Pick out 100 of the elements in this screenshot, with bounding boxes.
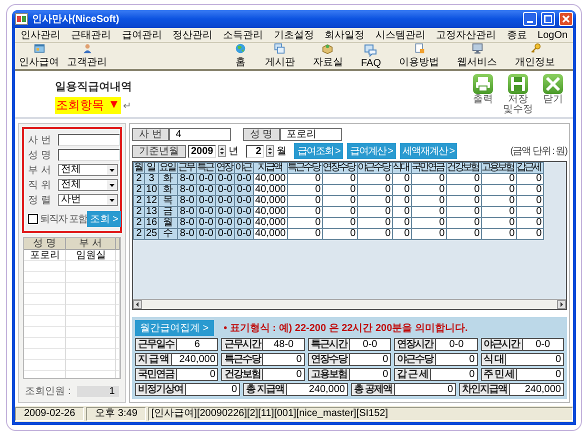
field-label: 건강보험	[221, 368, 264, 381]
value-field: 0	[177, 368, 218, 381]
column-header: 야근수당	[357, 162, 392, 174]
action-button[interactable]: 닫기	[537, 74, 569, 117]
column-header: 월	[134, 162, 144, 174]
table-cell[interactable]: 포로리	[24, 250, 66, 261]
app-icon	[15, 13, 28, 25]
toolbar-button[interactable]: 자료실	[308, 43, 347, 69]
floppy-icon	[508, 74, 528, 94]
checkbox-label: 퇴직자 포함	[40, 213, 87, 226]
field-label: 식 대	[480, 353, 506, 366]
toolbar-button[interactable]: 홈	[230, 43, 251, 69]
toolbar-button[interactable]: 고객관리	[63, 43, 111, 69]
value-field: 0-0	[522, 338, 564, 351]
column-header: 지급액	[254, 162, 288, 174]
close-button[interactable]	[559, 12, 573, 26]
column-header: 연장수당	[322, 162, 358, 174]
field-label: 부 서	[28, 164, 52, 177]
value-field: 0	[436, 353, 478, 366]
column-header: 일	[144, 162, 159, 174]
action-button[interactable]: 출력	[467, 74, 499, 117]
menu-item[interactable]: 근태관리	[69, 28, 114, 42]
column-header: 특근	[196, 162, 216, 174]
return-mark: ↵	[122, 100, 131, 112]
menu-item[interactable]: 인사관리	[18, 28, 62, 42]
menu-item[interactable]: LogOn	[536, 30, 570, 40]
value-field: 0	[350, 353, 392, 366]
box-icon	[321, 43, 334, 54]
close-icon	[543, 74, 563, 94]
menu-item[interactable]: 기초설정	[272, 28, 316, 42]
minimize-icon	[527, 21, 533, 23]
value-field: 0	[430, 368, 478, 381]
scrollbar[interactable]	[133, 299, 566, 309]
value-field: 0	[263, 353, 305, 366]
checkbox[interactable]	[28, 214, 38, 224]
window-icon	[32, 43, 46, 54]
field-label: 주 민 세	[480, 368, 518, 381]
field-label: 국민연금	[135, 368, 177, 381]
menu-item[interactable]: 종료	[504, 28, 529, 42]
maximize-button[interactable]	[541, 12, 555, 26]
table-cell: 2	[134, 174, 144, 184]
count-value: 1	[76, 386, 119, 396]
menu-item[interactable]: 고정자산관리	[434, 28, 498, 42]
spin-button[interactable]	[266, 145, 274, 157]
toolbar-button[interactable]: 인사급여	[15, 43, 63, 69]
dropdown[interactable]: 사번	[58, 194, 118, 206]
menu-item[interactable]: 회사일정	[322, 28, 367, 42]
status-text: [인사급여][20090226][2][11][001][nice_master][SI152]	[148, 407, 573, 421]
field-label: 사 번	[28, 134, 52, 147]
status-text: 2009-02-26	[15, 407, 84, 421]
spin-button[interactable]	[218, 145, 226, 157]
caret-icon	[107, 180, 117, 190]
toolbar-button[interactable]: 이용방법	[395, 43, 443, 69]
year-field[interactable]: 2009	[188, 144, 216, 158]
column-header: 국민연금	[411, 162, 446, 174]
column-header: 요일	[158, 162, 178, 174]
field-label: 갑 근 세	[394, 368, 431, 381]
field-label: 비정기상여	[135, 383, 186, 396]
value-field: 48-0	[263, 338, 305, 351]
field-label: 근무시간	[221, 338, 264, 351]
menu-item[interactable]: 소득관리	[221, 28, 266, 42]
dropdown[interactable]: 전체	[58, 164, 118, 176]
value-field: 240,000	[286, 383, 348, 396]
minimize-button[interactable]	[523, 12, 537, 26]
field-label: 직 위	[28, 179, 52, 192]
value-field: 0	[517, 368, 564, 381]
value-field: 0-0	[350, 338, 392, 351]
table-cell: 2	[134, 184, 144, 196]
table-cell: 2	[134, 228, 144, 240]
table-cell[interactable]: 임원실	[66, 250, 116, 261]
action-button[interactable]: 저장 및수정	[502, 74, 534, 117]
input-field[interactable]	[58, 149, 120, 161]
input-field[interactable]	[58, 134, 120, 146]
dropdown[interactable]: 전체	[58, 179, 118, 191]
column-header: 식대	[392, 162, 412, 174]
field-label: 야근수당	[394, 353, 436, 366]
field-label: 성 명	[242, 128, 280, 140]
value-field: 0	[263, 368, 305, 381]
value-field: 0	[506, 353, 564, 366]
column-header: 연장	[216, 162, 235, 174]
field-label: 차인지급액	[459, 383, 510, 396]
column-header: 야근	[234, 162, 254, 174]
menu-item[interactable]: 급여관리	[120, 28, 164, 42]
format-note: • 표기형식 : 예) 22-200 은 22시간 200분을 의미합니다.	[224, 322, 468, 335]
menu-item[interactable]: 시스템관리	[373, 28, 428, 42]
field-label: 연장시간	[394, 338, 436, 351]
toolbar-button[interactable]: FAQ	[356, 43, 385, 69]
field-label: 지 급 액	[135, 353, 172, 366]
toolbar-button[interactable]: 게시판	[260, 43, 299, 69]
month-field[interactable]: 2	[246, 144, 264, 158]
toolbar-button[interactable]: 웹서비스	[453, 43, 501, 69]
value-field: 240,000	[172, 353, 218, 366]
menu-item[interactable]: 정산관리	[170, 28, 215, 42]
field-label: 고용보험	[308, 368, 350, 381]
column-header: 근무	[178, 162, 197, 174]
caret-icon	[107, 195, 117, 205]
value-field: 6	[177, 338, 218, 351]
dropdown-arrow[interactable]: ▼	[108, 97, 120, 114]
toolbar-button[interactable]: 개인정보	[511, 43, 559, 69]
status-text: 오후 3:49	[86, 407, 146, 421]
